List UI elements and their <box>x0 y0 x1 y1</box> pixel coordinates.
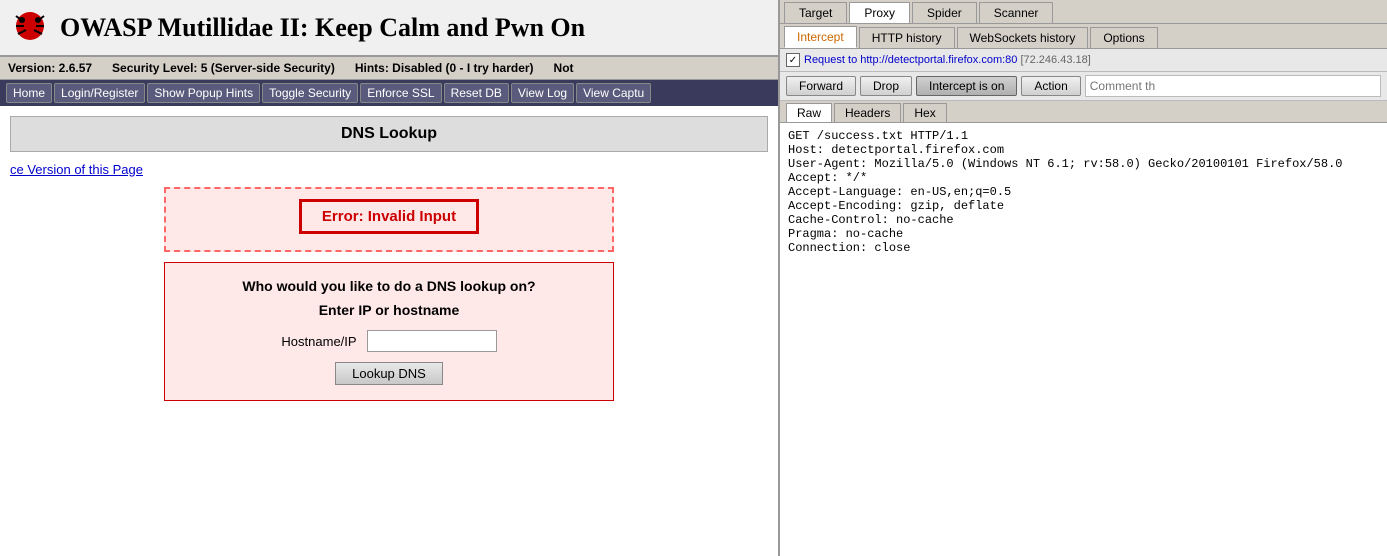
subtab-websockets[interactable]: WebSockets history <box>957 27 1089 48</box>
nav-home[interactable]: Home <box>6 83 52 103</box>
error-box: Error: Invalid Input <box>164 187 614 252</box>
version-label: Version: 2.6.57 <box>8 61 92 75</box>
burp-subtabs: Intercept HTTP history WebSockets histor… <box>780 24 1387 49</box>
app-logo <box>10 6 50 49</box>
burp-top-tabs: Target Proxy Spider Scanner <box>780 0 1387 24</box>
action-toolbar: Forward Drop Intercept is on Action <box>780 72 1387 101</box>
page-content: DNS Lookup ce Version of this Page Error… <box>0 106 778 556</box>
nav-login[interactable]: Login/Register <box>54 83 145 103</box>
request-body: GET /success.txt HTTP/1.1 Host: detectpo… <box>780 123 1387 556</box>
tab-hex[interactable]: Hex <box>903 103 946 122</box>
tab-scanner[interactable]: Scanner <box>979 2 1054 23</box>
raw-tabs: Raw Headers Hex <box>780 101 1387 123</box>
burp-panel: Target Proxy Spider Scanner Intercept HT… <box>780 0 1387 556</box>
nav-toggle-security[interactable]: Toggle Security <box>262 83 358 103</box>
security-label: Security Level: 5 (Server-side Security) <box>112 61 335 75</box>
nav-bar: Home Login/Register Show Popup Hints Tog… <box>0 80 778 106</box>
action-button[interactable]: Action <box>1021 76 1080 96</box>
subtab-options[interactable]: Options <box>1090 27 1157 48</box>
not-label: Not <box>554 61 574 75</box>
tab-raw[interactable]: Raw <box>786 103 832 122</box>
source-link[interactable]: ce Version of this Page <box>10 162 768 177</box>
subtab-http-history[interactable]: HTTP history <box>859 27 955 48</box>
nav-view-capture[interactable]: View Captu <box>576 83 651 103</box>
hostname-row: Hostname/IP <box>180 330 598 352</box>
tab-headers[interactable]: Headers <box>834 103 901 122</box>
intercept-checkbox[interactable]: ✓ <box>786 53 800 67</box>
dns-instruction: Enter IP or hostname <box>180 302 598 318</box>
drop-button[interactable]: Drop <box>860 76 912 96</box>
error-title: Error: Invalid Input <box>322 208 456 225</box>
forward-button[interactable]: Forward <box>786 76 856 96</box>
hints-label: Hints: Disabled (0 - I try harder) <box>355 61 534 75</box>
error-inner: Error: Invalid Input <box>299 199 479 234</box>
nav-reset-db[interactable]: Reset DB <box>444 83 509 103</box>
info-bar: Version: 2.6.57 Security Level: 5 (Serve… <box>0 57 778 80</box>
tab-spider[interactable]: Spider <box>912 2 977 23</box>
subtab-intercept[interactable]: Intercept <box>784 26 857 48</box>
request-label: Request to http://detectportal.firefox.c… <box>804 54 1091 66</box>
comment-input[interactable] <box>1085 75 1381 97</box>
lookup-dns-button[interactable]: Lookup DNS <box>335 362 443 385</box>
nav-popup-hints[interactable]: Show Popup Hints <box>147 83 260 103</box>
tab-proxy[interactable]: Proxy <box>849 2 910 23</box>
app-header: OWASP Mutillidae II: Keep Calm and Pwn O… <box>0 0 778 57</box>
dns-form-box: Who would you like to do a DNS lookup on… <box>164 262 614 401</box>
intercept-on-button[interactable]: Intercept is on <box>916 76 1017 96</box>
page-title: DNS Lookup <box>10 116 768 152</box>
nav-enforce-ssl[interactable]: Enforce SSL <box>360 83 441 103</box>
dns-question: Who would you like to do a DNS lookup on… <box>180 278 598 294</box>
hostname-label: Hostname/IP <box>281 334 356 349</box>
hostname-input[interactable] <box>367 330 497 352</box>
nav-view-log[interactable]: View Log <box>511 83 574 103</box>
app-title: OWASP Mutillidae II: Keep Calm and Pwn O… <box>60 13 585 43</box>
intercept-toolbar: ✓ Request to http://detectportal.firefox… <box>780 49 1387 72</box>
tab-target[interactable]: Target <box>784 2 847 23</box>
